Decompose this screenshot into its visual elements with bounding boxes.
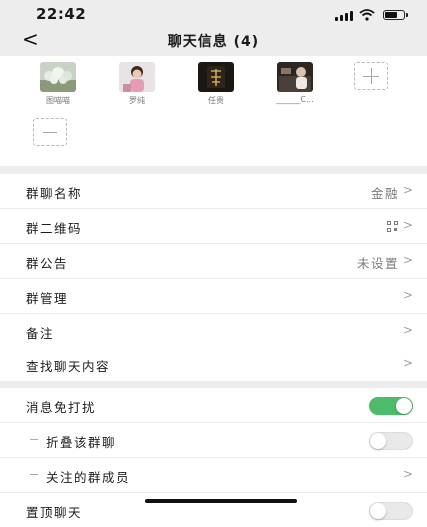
member-name: 罗纯 xyxy=(129,96,145,105)
pin-chat-toggle[interactable] xyxy=(369,502,413,520)
battery-icon xyxy=(383,10,408,20)
member-item[interactable]: ______C... xyxy=(270,62,320,104)
row-label: 群二维码 xyxy=(26,221,83,236)
page-title: 聊天信息 (4) xyxy=(167,34,260,50)
status-bar: 22:42 xyxy=(0,0,427,28)
row-group-notice[interactable]: 群公告 未设置 > xyxy=(0,244,427,279)
member-avatar xyxy=(198,62,234,92)
member-name: ______C... xyxy=(276,95,314,104)
minus-icon xyxy=(43,132,57,133)
row-label: 关注的群成员 xyxy=(46,470,131,485)
home-indicator xyxy=(145,499,297,503)
signal-icon xyxy=(335,11,353,21)
member-name: 任贵 xyxy=(208,96,224,105)
row-fold-group[interactable]: 折叠该群聊 xyxy=(0,423,427,458)
row-label: 群公告 xyxy=(26,256,69,271)
row-label: 查找聊天内容 xyxy=(26,359,111,374)
remove-member-button[interactable] xyxy=(33,118,67,146)
member-grid: 图喵喵 罗纯 任贵 ______C... xyxy=(0,56,427,166)
member-avatar xyxy=(40,62,76,92)
fold-group-toggle[interactable] xyxy=(369,432,413,450)
row-group-name[interactable]: 群聊名称 金融 > xyxy=(0,174,427,209)
group-settings-section: 群聊名称 金融 > 群二维码 > 群公告 未设置 > 群管理 > 备注 > xyxy=(0,174,427,348)
sub-item-dash xyxy=(30,439,38,440)
add-member-button[interactable] xyxy=(354,62,388,90)
row-label: 折叠该群聊 xyxy=(46,435,117,450)
member-name: 图喵喵 xyxy=(46,96,70,105)
member-avatar xyxy=(277,62,313,92)
member-item[interactable]: 任贵 xyxy=(191,62,241,106)
row-search-chat[interactable]: 查找聊天内容 > xyxy=(0,347,427,381)
chevron-right-icon: > xyxy=(402,253,413,267)
chevron-right-icon: > xyxy=(402,288,413,302)
chevron-right-icon: > xyxy=(402,467,413,481)
row-label: 群管理 xyxy=(26,291,69,306)
status-icons xyxy=(325,9,408,21)
chevron-right-icon: > xyxy=(402,356,413,370)
chevron-right-icon: > xyxy=(402,218,413,232)
chevron-right-icon: > xyxy=(402,183,413,197)
notification-section: 消息免打扰 折叠该群聊 关注的群成员 > 置顶聊天 xyxy=(0,388,427,527)
sub-item-dash xyxy=(30,474,38,475)
wifi-icon xyxy=(359,9,375,21)
group-notice-value: 未设置 xyxy=(356,256,399,271)
nav-bar: < 聊天信息 (4) xyxy=(0,28,427,54)
status-time: 22:42 xyxy=(36,5,87,23)
chevron-right-icon: > xyxy=(402,323,413,337)
row-group-management[interactable]: 群管理 > xyxy=(0,279,427,314)
row-remark[interactable]: 备注 > xyxy=(0,314,427,348)
row-label: 备注 xyxy=(26,326,55,341)
row-label: 群聊名称 xyxy=(26,186,83,201)
row-label: 置顶聊天 xyxy=(26,505,83,520)
search-section: 查找聊天内容 > xyxy=(0,347,427,381)
row-label: 消息免打扰 xyxy=(26,400,97,415)
member-avatar xyxy=(119,62,155,92)
member-item[interactable]: 罗纯 xyxy=(112,62,162,106)
row-group-qrcode[interactable]: 群二维码 > xyxy=(0,209,427,244)
member-item[interactable]: 图喵喵 xyxy=(33,62,83,106)
mute-toggle[interactable] xyxy=(369,397,413,415)
qr-code-icon xyxy=(387,221,399,233)
row-mute[interactable]: 消息免打扰 xyxy=(0,388,427,423)
group-name-value: 金融 xyxy=(370,186,399,201)
row-followed-members[interactable]: 关注的群成员 > xyxy=(0,458,427,493)
